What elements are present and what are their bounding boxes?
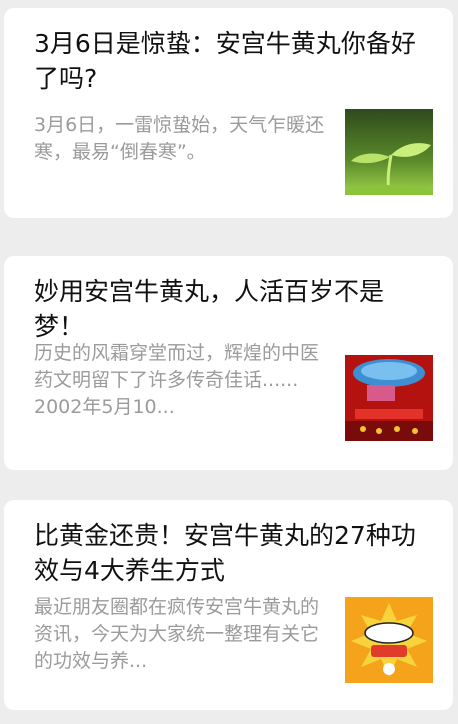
article-summary: 最近朋友圈都在疯传安宫牛黄丸的资讯，今天为大家统一整理有关它的功效与养... [34,596,320,672]
article-title: 比黄金还贵！安宫牛黄丸的27种功效与4大养生方式 [34,521,416,585]
sprout-image [345,109,433,195]
article-card[interactable]: 3月6日是惊蛰：安宫牛黄丸你备好了吗? 3月6日，一雷惊蛰始，天气乍暖还寒，最易… [4,8,453,218]
red-stage-image [345,355,433,441]
article-summary: 历史的风霜穿堂而过，辉煌的中医药文明留下了许多传奇佳话...... 2002年5… [34,342,320,418]
article-title: 3月6日是惊蛰：安宫牛黄丸你备好了吗? [34,29,416,93]
article-card[interactable]: 比黄金还贵！安宫牛黄丸的27种功效与4大养生方式 最近朋友圈都在疯传安宫牛黄丸的… [4,500,453,710]
article-title: 妙用安宫牛黄丸，人活百岁不是梦！ [34,277,385,341]
article-card[interactable]: 妙用安宫牛黄丸，人活百岁不是梦！ 历史的风霜穿堂而过，辉煌的中医药文明留下了许多… [4,256,453,470]
wow-comic-image [345,597,433,683]
article-summary: 3月6日，一雷惊蛰始，天气乍暖还寒，最易“倒春寒”。 [34,114,325,163]
